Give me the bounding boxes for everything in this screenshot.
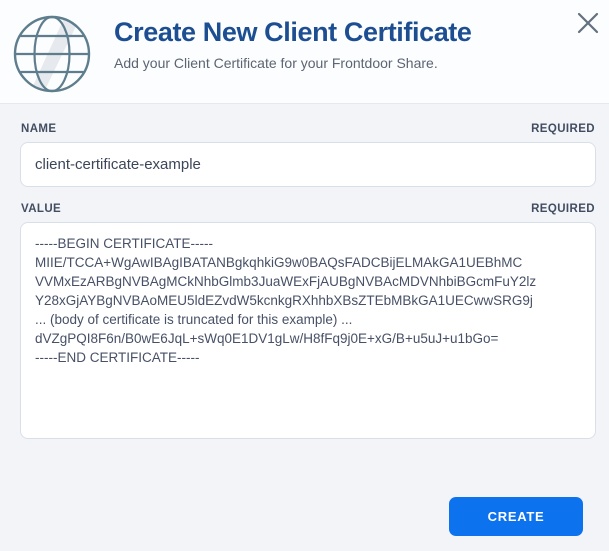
name-input[interactable] bbox=[20, 142, 596, 187]
modal-header: Create New Client Certificate Add your C… bbox=[0, 0, 609, 104]
name-required-badge: REQUIRED bbox=[531, 123, 595, 135]
value-required-badge: REQUIRED bbox=[531, 203, 595, 215]
name-field-labels: NAME REQUIRED bbox=[21, 123, 595, 135]
value-field-labels: VALUE REQUIRED bbox=[21, 203, 595, 215]
create-button[interactable]: CREATE bbox=[449, 497, 583, 536]
value-field-label: VALUE bbox=[21, 203, 62, 215]
page-title: Create New Client Certificate bbox=[114, 17, 472, 47]
page-subtitle: Add your Client Certificate for your Fro… bbox=[114, 55, 438, 71]
name-field-label: NAME bbox=[21, 123, 57, 135]
header-text: Create New Client Certificate Add your C… bbox=[114, 10, 472, 71]
modal-footer: CREATE bbox=[20, 497, 596, 536]
certificate-value-textarea[interactable]: -----BEGIN CERTIFICATE----- MIIE/TCCA+Wg… bbox=[20, 222, 596, 439]
modal-body: NAME REQUIRED VALUE REQUIRED -----BEGIN … bbox=[0, 104, 609, 536]
globe-icon bbox=[12, 10, 92, 103]
close-button[interactable] bbox=[573, 9, 603, 39]
close-icon bbox=[576, 11, 600, 38]
